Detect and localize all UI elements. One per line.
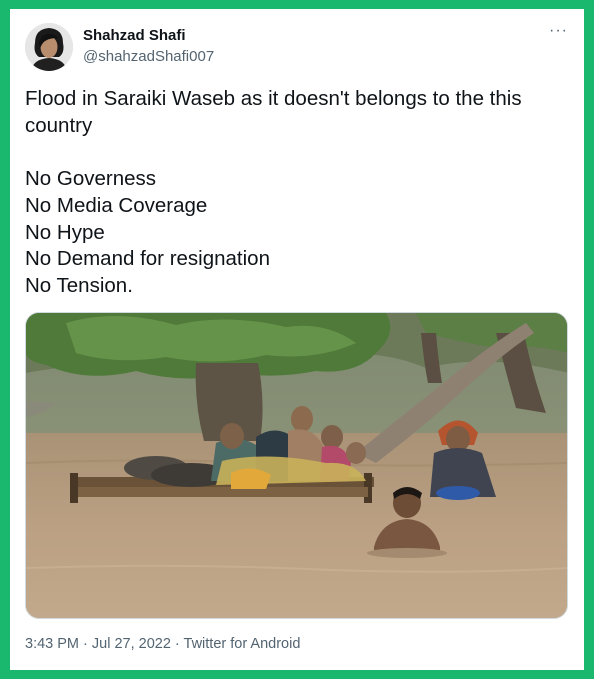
tweet-text: Flood in Saraiki Waseb as it doesn't bel… bbox=[25, 87, 522, 297]
more-options-icon[interactable]: ··· bbox=[549, 23, 568, 39]
tweet-date[interactable]: Jul 27, 2022 bbox=[92, 636, 171, 652]
meta-separator: · bbox=[170, 636, 184, 652]
author-name[interactable]: Shahzad Shafi bbox=[83, 27, 186, 44]
tweet-card: Shahzad Shafi @shahzadShafi007 ··· Flood… bbox=[10, 9, 584, 670]
flood-photo-illustration bbox=[26, 313, 567, 618]
avatar-image bbox=[25, 23, 73, 71]
avatar[interactable] bbox=[25, 23, 73, 71]
tweet-photo[interactable] bbox=[25, 312, 568, 619]
meta-separator: · bbox=[79, 636, 92, 652]
author-handle[interactable]: @shahzadShafi007 bbox=[83, 48, 214, 65]
tweet-meta: 3:43 PM · Jul 27, 2022 · Twitter for And… bbox=[25, 636, 300, 652]
tweet-source[interactable]: Twitter for Android bbox=[184, 636, 301, 652]
tweet-time[interactable]: 3:43 PM bbox=[25, 636, 79, 652]
